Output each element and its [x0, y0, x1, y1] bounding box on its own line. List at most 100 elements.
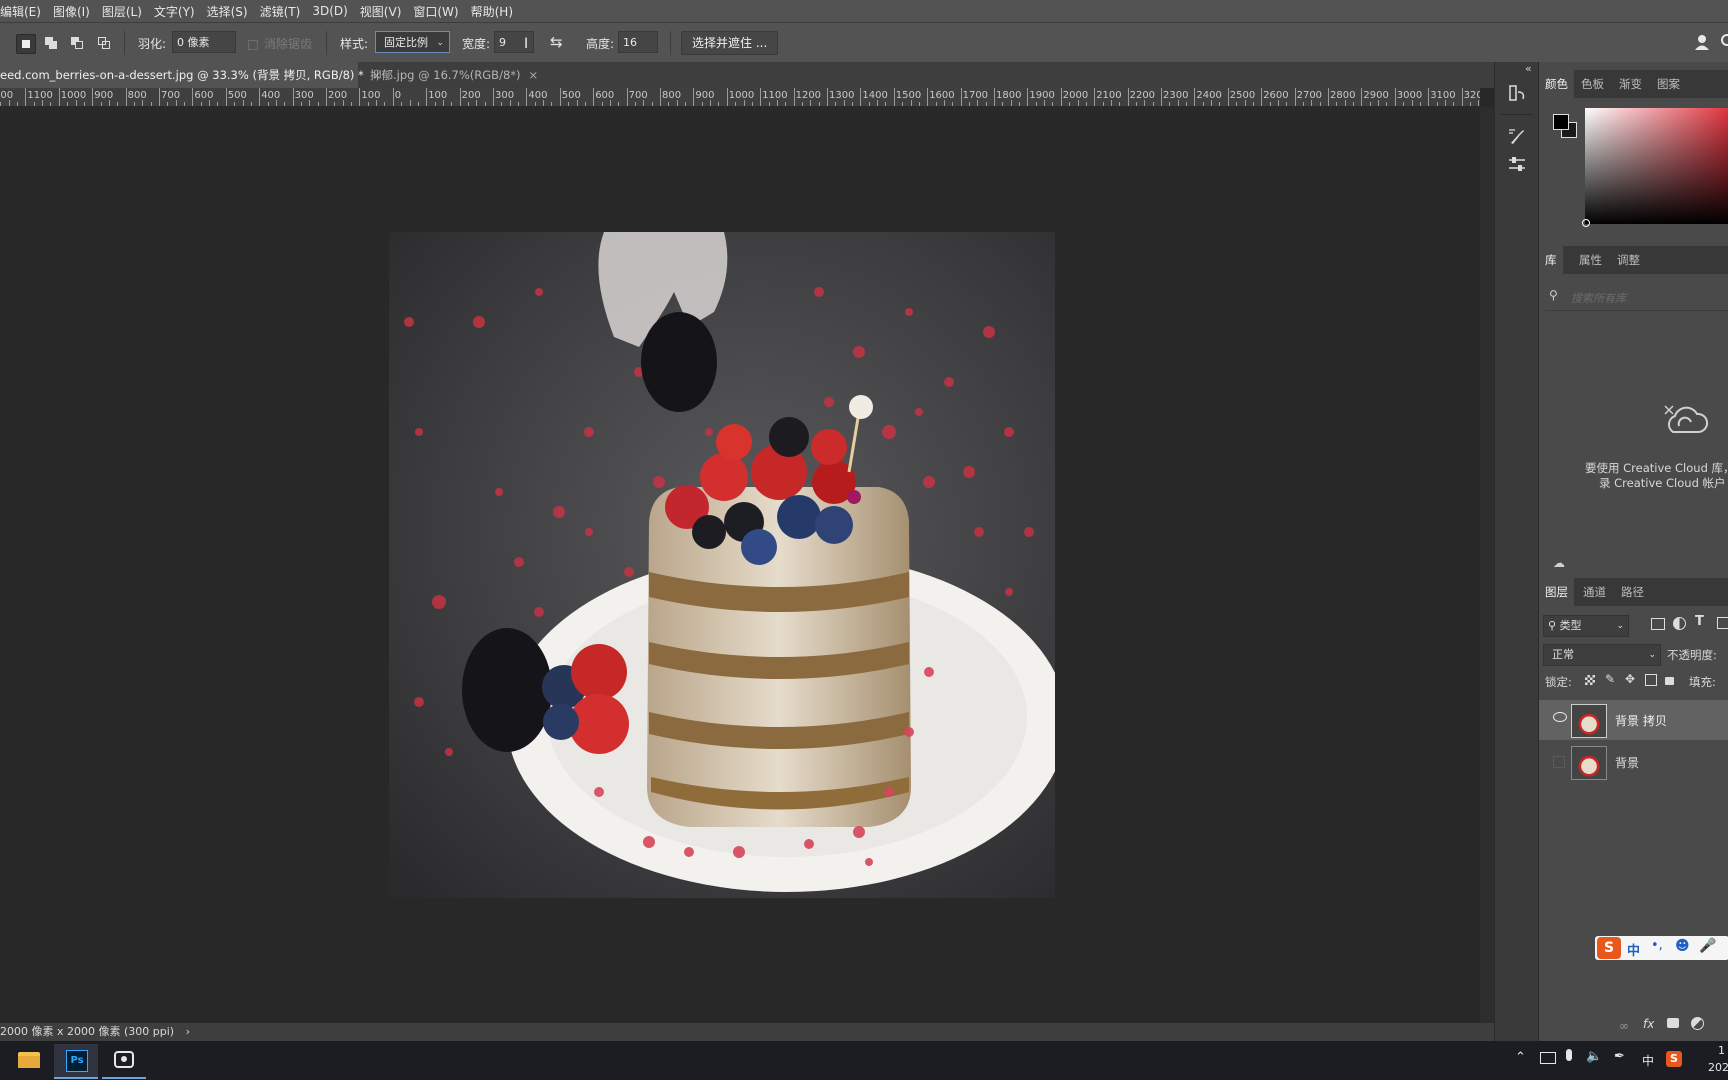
library-search[interactable]: ⚲ 搜索所有库 — [1545, 286, 1728, 311]
adjustments-icon[interactable] — [1507, 154, 1527, 174]
ruler-major-tick — [1127, 88, 1129, 106]
tab-patterns[interactable]: 图案 — [1651, 70, 1686, 98]
menu-filter[interactable]: 滤镜(T) — [254, 3, 307, 20]
ruler-major-tick — [593, 88, 595, 106]
layer-row-background-copy[interactable]: 背景 拷贝 — [1539, 700, 1728, 740]
menu-view[interactable]: 视图(V) — [354, 3, 408, 20]
menu-select[interactable]: 选择(S) — [201, 3, 254, 20]
filter-type-icon[interactable]: T — [1695, 614, 1704, 629]
history-icon[interactable] — [1507, 84, 1527, 104]
microphone-icon[interactable] — [1566, 1049, 1572, 1061]
clock-date[interactable]: 202 — [1708, 1061, 1728, 1074]
user-icon[interactable] — [1694, 33, 1712, 51]
collapse-panels-icon[interactable]: « — [1525, 62, 1532, 75]
file-explorer-icon[interactable] — [6, 1044, 50, 1077]
ruler-label: 3100 — [1430, 90, 1456, 101]
ime-toolbar[interactable]: S 中 •, ☻ 🎤 — [1595, 936, 1728, 960]
chevron-down-icon: ⌄ — [1616, 621, 1624, 631]
brush-settings-icon[interactable] — [1507, 126, 1527, 146]
subtract-from-selection-button[interactable] — [68, 34, 86, 52]
ruler-minor-tick — [334, 102, 336, 106]
select-and-mask-button[interactable]: 选择并遮住 ... — [681, 31, 779, 55]
visibility-toggle[interactable] — [1553, 756, 1565, 768]
tray-ime-indicator[interactable]: 中 — [1642, 1052, 1654, 1069]
intersect-selection-button[interactable] — [95, 34, 113, 52]
sogou-tray-icon[interactable]: S — [1666, 1051, 1682, 1067]
filter-adjustment-icon[interactable] — [1673, 617, 1686, 630]
lock-transparency-icon[interactable] — [1585, 675, 1595, 685]
menu-window[interactable]: 窗口(W) — [407, 3, 464, 20]
lock-position-icon[interactable]: ✥ — [1625, 672, 1635, 686]
menu-layer[interactable]: 图层(L) — [96, 3, 148, 20]
ime-mode[interactable]: 中 — [1627, 940, 1640, 959]
vertical-scrollbar[interactable] — [1480, 107, 1494, 1023]
ruler-label: 2000 — [1062, 90, 1089, 101]
new-fill-layer-icon[interactable] — [1691, 1017, 1704, 1030]
clock-time[interactable]: 1 — [1718, 1044, 1725, 1057]
search-icon[interactable] — [1720, 33, 1728, 51]
tab-gradients[interactable]: 渐变 — [1613, 70, 1648, 98]
lock-all-icon[interactable] — [1665, 677, 1674, 685]
height-label: 高度: — [586, 37, 615, 51]
chevron-up-icon[interactable]: ⌃ — [1515, 1050, 1526, 1065]
tab-channels[interactable]: 通道 — [1577, 578, 1612, 606]
menu-type[interactable]: 文字(Y) — [148, 3, 201, 20]
feather-input[interactable]: 0 像素 — [172, 31, 236, 53]
ruler-minor-tick — [584, 102, 586, 106]
tab-libraries[interactable]: 库 — [1539, 246, 1563, 274]
foreground-color-swatch[interactable] — [1553, 114, 1569, 130]
height-input[interactable]: 16 — [618, 31, 658, 53]
menu-image[interactable]: 图像(I) — [47, 3, 96, 20]
blend-mode-value: 正常 — [1552, 648, 1574, 661]
color-picker-field[interactable] — [1585, 108, 1728, 224]
volume-icon[interactable]: 🔈 — [1586, 1049, 1602, 1064]
tab-swatches[interactable]: 色板 — [1575, 70, 1610, 98]
cloud-sync-icon[interactable]: ☁ — [1553, 556, 1565, 570]
blend-mode-select[interactable]: 正常 ⌄ — [1543, 644, 1661, 666]
link-layers-icon[interactable]: ∞ — [1619, 1019, 1629, 1033]
creative-cloud-icon — [1661, 404, 1711, 444]
tab-properties[interactable]: 属性 — [1573, 246, 1608, 274]
menu-help[interactable]: 帮助(H) — [465, 3, 519, 20]
emoji-icon[interactable]: ☻ — [1675, 938, 1690, 954]
add-to-selection-button[interactable] — [42, 34, 60, 52]
swap-dimensions-icon[interactable]: ⇆ — [550, 33, 563, 51]
voice-icon[interactable]: 🎤 — [1699, 938, 1716, 954]
ruler-minor-tick — [133, 102, 135, 106]
ruler-minor-tick — [1436, 102, 1438, 106]
doc-tab-dessert[interactable]: eed.com_berries-on-a-dessert.jpg @ 33.3%… — [0, 62, 381, 88]
ruler-minor-tick — [250, 102, 252, 106]
menu-edit[interactable]: 编辑(E) — [0, 3, 47, 20]
antialias-checkbox[interactable]: 消除锯齿 — [248, 35, 312, 52]
menu-3d[interactable]: 3D(D) — [306, 4, 353, 18]
tab-paths[interactable]: 路径 — [1615, 578, 1650, 606]
chevron-right-icon[interactable]: › — [186, 1025, 190, 1038]
filter-shape-icon[interactable] — [1717, 617, 1728, 629]
new-selection-button[interactable] — [16, 34, 36, 54]
video-recorder-icon[interactable] — [102, 1044, 146, 1079]
style-select[interactable]: 固定比例 ⌄ — [375, 31, 450, 53]
close-icon[interactable]: × — [529, 68, 539, 82]
filter-pixel-icon[interactable] — [1651, 618, 1665, 630]
doc-tab-second[interactable]: 抑郁.jpg @ 16.7%(RGB/8*) × — [362, 62, 538, 88]
ruler-label: 2100 — [1096, 90, 1122, 101]
punctuation-icon[interactable]: •, — [1651, 938, 1663, 953]
document-image[interactable] — [389, 232, 1055, 898]
ruler-minor-tick — [234, 102, 236, 106]
add-mask-icon[interactable] — [1667, 1018, 1679, 1028]
layer-row-background[interactable]: 背景 — [1539, 742, 1728, 782]
lock-pixels-icon[interactable]: ✎ — [1605, 672, 1615, 686]
ruler-label: 300 — [495, 90, 515, 101]
pen-icon[interactable]: ✒ — [1614, 1049, 1625, 1064]
network-icon[interactable] — [1540, 1052, 1556, 1064]
visibility-eye-icon[interactable] — [1553, 712, 1567, 722]
layer-style-fx-icon[interactable]: fx — [1643, 1017, 1654, 1031]
tab-adjustments[interactable]: 调整 — [1611, 246, 1646, 274]
layer-filter-select[interactable]: ⚲ 类型 ⌄ — [1543, 615, 1629, 637]
tab-color[interactable]: 颜色 — [1539, 70, 1574, 98]
text-cursor-icon: I — [524, 36, 529, 52]
lock-artboard-icon[interactable] — [1645, 674, 1657, 686]
ruler-label: 2900 — [1363, 90, 1389, 101]
photoshop-taskbar-icon[interactable]: Ps — [54, 1044, 98, 1079]
tab-layers[interactable]: 图层 — [1539, 578, 1574, 606]
